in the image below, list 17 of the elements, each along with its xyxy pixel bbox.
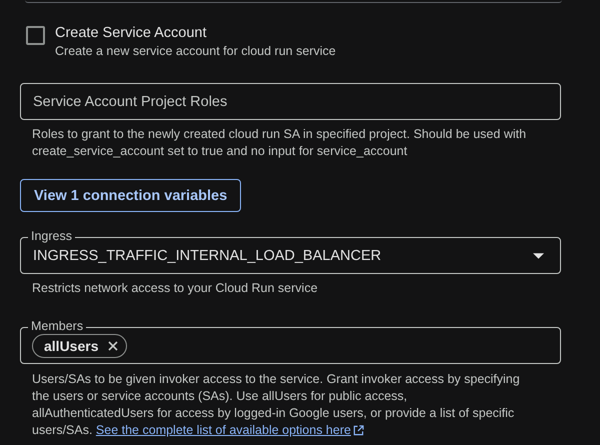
- dropdown-caret-icon: [533, 252, 544, 258]
- checkbox[interactable]: [26, 26, 45, 45]
- help-text: Users/SAs to be given invoker access to the service. Grant invoker access by specifying the users or service accounts (SAs). Use allUsers for public access, allAuthenticatedUsers for access by logged-in Google users, or provide a list of specific users/SAs. See the complete list of available options here: [32, 371, 521, 439]
- options-link[interactable]: See the complete list of available options here: [96, 422, 364, 439]
- member-chip[interactable]: allUsers: [32, 334, 128, 358]
- input-field[interactable]: [25, 0, 562, 3]
- checkbox-description: Create a new service account for cloud run service: [55, 44, 336, 58]
- field-label: Ingress: [28, 229, 75, 243]
- field-value: INGRESS_TRAFFIC_INTERNAL_LOAD_BALANCER: [33, 248, 382, 264]
- close-icon[interactable]: [108, 340, 118, 350]
- checkbox-label: Create Service Account: [55, 25, 208, 41]
- external-link-icon: [352, 425, 364, 436]
- input-field[interactable]: Service Account Project Roles: [20, 83, 561, 120]
- help-text: Roles to grant to the newly created cloud run SA in specified project. Should be used with create_service_account set to true and no input for service_account: [32, 126, 528, 160]
- connection-variables-button[interactable]: View 1 connection variables: [20, 179, 242, 212]
- field-label: Members: [28, 319, 86, 333]
- help-text: Restricts network access to your Cloud Run service: [32, 280, 319, 297]
